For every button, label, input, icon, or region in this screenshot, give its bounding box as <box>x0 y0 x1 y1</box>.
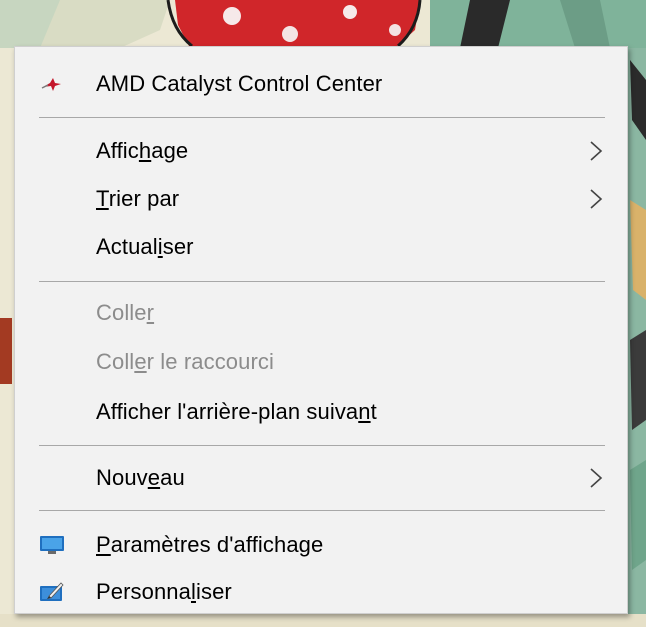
menu-separator <box>39 445 605 446</box>
menu-item-label: Coller <box>96 300 155 325</box>
menu-item-label: Nouveau <box>96 465 185 490</box>
menu-item-affichage[interactable]: Affichage <box>15 128 627 174</box>
personalize-icon <box>39 580 65 604</box>
menu-item-nouveau[interactable]: Nouveau <box>15 455 627 501</box>
menu-item-label: Trier par <box>96 186 180 211</box>
menu-item-parametres-affichage[interactable]: Paramètres d'affichage <box>15 522 627 568</box>
menu-item-label: Afficher l'arrière-plan suivant <box>96 399 377 424</box>
chevron-right-icon <box>590 141 603 161</box>
menu-item-label: AMD Catalyst Control Center <box>96 71 383 96</box>
menu-item-amd-catalyst[interactable]: AMD Catalyst Control Center <box>15 61 627 107</box>
menu-item-arriere-plan-suivant[interactable]: Afficher l'arrière-plan suivant <box>15 389 627 435</box>
chevron-right-icon <box>590 189 603 209</box>
desktop-context-menu: AMD Catalyst Control Center Affichage Tr… <box>14 46 628 614</box>
menu-item-label: Personnaliser <box>96 579 232 604</box>
menu-item-actualiser[interactable]: Actualiser <box>15 224 627 270</box>
menu-item-label: Affichage <box>96 138 189 163</box>
desktop[interactable]: AMD Catalyst Control Center Affichage Tr… <box>0 0 646 627</box>
menu-item-coller-raccourci[interactable]: Coller le raccourci <box>15 339 627 385</box>
menu-item-label: Actualiser <box>96 234 194 259</box>
display-settings-icon <box>39 533 65 557</box>
menu-item-label: Paramètres d'affichage <box>96 532 324 557</box>
menu-separator <box>39 510 605 511</box>
menu-item-personnaliser[interactable]: Personnaliser <box>15 569 627 615</box>
menu-separator <box>39 281 605 282</box>
chevron-right-icon <box>590 468 603 488</box>
menu-item-trier-par[interactable]: Trier par <box>15 176 627 222</box>
menu-item-coller[interactable]: Coller <box>15 290 627 336</box>
amd-icon <box>39 72 65 96</box>
menu-item-label: Coller le raccourci <box>96 349 274 374</box>
menu-separator <box>39 117 605 118</box>
